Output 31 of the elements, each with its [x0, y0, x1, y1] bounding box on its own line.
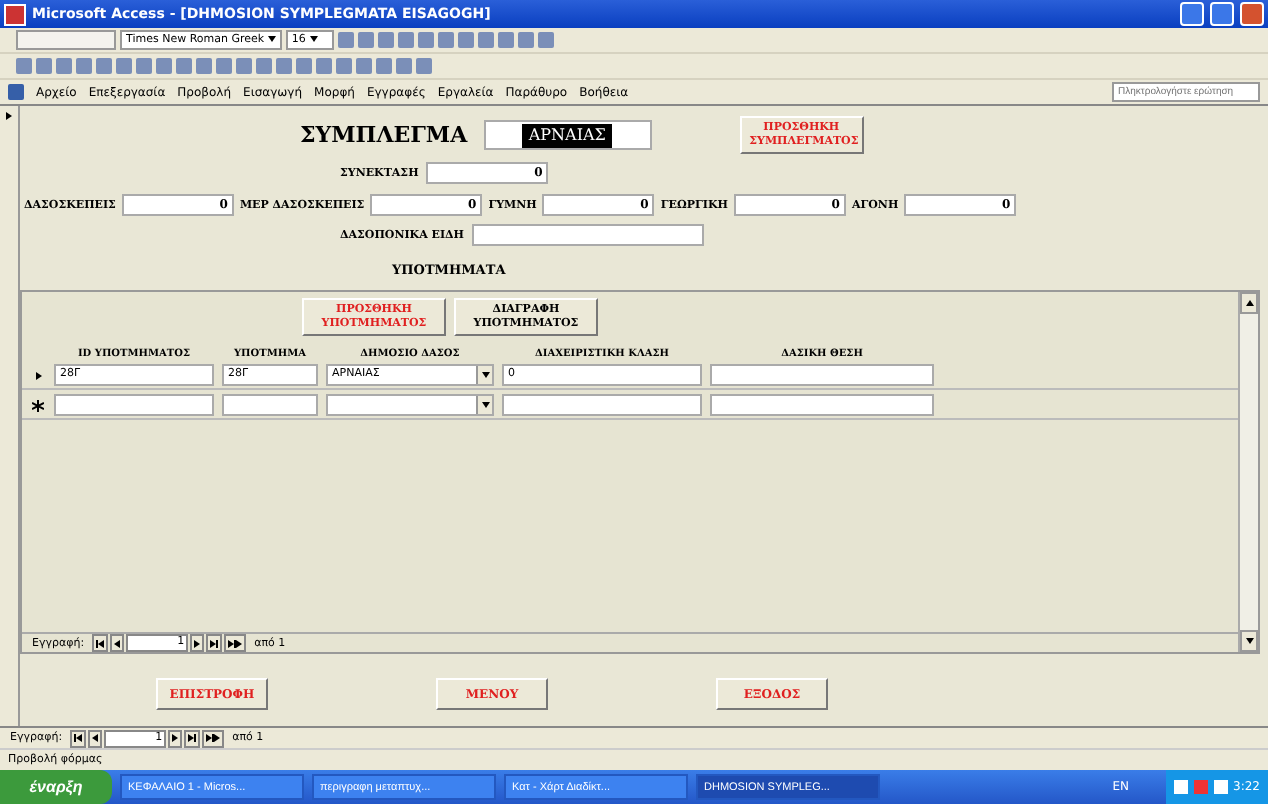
selected-text: ΑΡΝΑΙΑΣ [522, 123, 612, 148]
scroll-down-icon[interactable] [1240, 630, 1258, 653]
maximize-icon[interactable] [1210, 2, 1234, 26]
previous-record-button[interactable] [88, 729, 103, 747]
close-icon[interactable] [1240, 2, 1264, 26]
table-cell[interactable] [222, 394, 318, 417]
object-dropdown[interactable] [16, 30, 116, 50]
table-cell[interactable] [710, 394, 934, 417]
next-record-button[interactable] [168, 729, 183, 747]
species-field[interactable] [472, 224, 704, 247]
last-record-button[interactable] [184, 729, 201, 747]
table-cell[interactable] [710, 364, 934, 387]
first-record-button[interactable] [92, 634, 109, 653]
record-selector[interactable] [30, 396, 46, 415]
app-icon [4, 3, 26, 25]
complex-label: ΣΥΜΠΛΕΓΜΑ [300, 122, 468, 149]
minimize-icon[interactable] [1180, 2, 1204, 26]
scroll-up-icon[interactable] [1240, 292, 1258, 315]
complex-field[interactable]: ΑΡΝΑΙΑΣ [483, 120, 652, 151]
vertical-scrollbar[interactable] [1238, 292, 1258, 653]
table-cell[interactable] [54, 394, 214, 417]
new-record-button[interactable] [202, 729, 225, 747]
new-record-button[interactable] [224, 634, 247, 653]
dropdown-arrow-icon[interactable] [476, 396, 492, 415]
last-record-button[interactable] [206, 634, 223, 653]
table-cell[interactable] [502, 394, 702, 417]
start-button[interactable]: έναρξη [0, 770, 112, 804]
dropdown-arrow-icon[interactable] [476, 366, 492, 385]
first-record-button[interactable] [70, 729, 87, 747]
previous-record-button[interactable] [110, 634, 125, 653]
next-record-button[interactable] [190, 634, 205, 653]
